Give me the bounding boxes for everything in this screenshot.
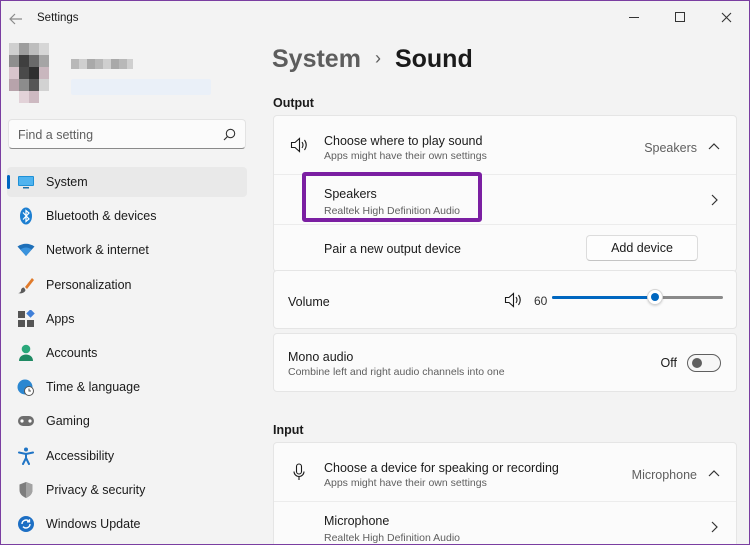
sidebar-item-windows-update[interactable]: Windows Update <box>7 509 247 539</box>
speaker-icon <box>289 135 309 155</box>
sidebar-item-label: Personalization <box>46 277 132 292</box>
add-device-button[interactable]: Add device <box>586 235 698 261</box>
mono-audio-state: Off <box>660 356 677 370</box>
microphone-device-title: Microphone <box>324 514 390 528</box>
volume-slider-thumb[interactable] <box>646 289 663 305</box>
choose-output-row[interactable]: Choose where to play sound Apps might ha… <box>274 116 736 174</box>
chevron-right-icon[interactable] <box>708 521 720 533</box>
sidebar-item-accessibility[interactable]: Accessibility <box>7 441 247 471</box>
sidebar-item-privacy[interactable]: Privacy & security <box>7 475 247 505</box>
chevron-right-icon[interactable] <box>708 194 720 206</box>
windows-update-icon <box>17 515 35 533</box>
sidebar-item-time-language[interactable]: Time & language <box>7 372 247 402</box>
breadcrumb-parent[interactable]: System <box>272 45 361 74</box>
output-devices-card: Choose where to play sound Apps might ha… <box>273 115 737 272</box>
page-title: Sound <box>394 45 473 73</box>
sidebar-item-label: Gaming <box>46 414 90 429</box>
sidebar-item-apps[interactable]: Apps <box>7 304 247 334</box>
back-arrow-icon[interactable] <box>7 10 25 28</box>
close-button[interactable] <box>703 1 749 33</box>
shield-icon <box>17 481 35 499</box>
minimize-button[interactable] <box>611 1 657 33</box>
apps-icon <box>17 309 35 328</box>
wifi-icon <box>17 241 35 259</box>
microphone-device-row[interactable]: Microphone Realtek High Definition Audio <box>274 501 736 544</box>
volume-slider-fill <box>552 296 655 299</box>
volume-speaker-icon[interactable] <box>503 290 523 310</box>
user-profile[interactable] <box>9 43 229 107</box>
avatar <box>9 43 59 103</box>
sidebar-item-gaming[interactable]: Gaming <box>7 406 247 436</box>
sidebar-item-label: System <box>46 175 88 189</box>
sidebar-item-accounts[interactable]: Accounts <box>7 338 247 368</box>
output-section-title: Output <box>273 96 314 110</box>
mono-audio-title: Mono audio <box>288 350 354 364</box>
profile-email-redacted <box>71 79 211 95</box>
sidebar-item-label: Accounts <box>46 345 98 360</box>
chevron-up-icon[interactable] <box>708 467 720 479</box>
mono-audio-card: Mono audio Combine left and right audio … <box>273 333 737 392</box>
sidebar-nav: System Bluetooth & devices Network & int… <box>7 167 247 543</box>
choose-output-subtitle: Apps might have their own settings <box>324 150 487 162</box>
search-icon[interactable] <box>223 128 236 141</box>
sidebar-item-personalization[interactable]: Personalization <box>7 270 247 300</box>
choose-input-title: Choose a device for speaking or recordin… <box>324 461 559 475</box>
speakers-device-subtitle: Realtek High Definition Audio <box>324 205 460 217</box>
sidebar-item-system[interactable]: System <box>7 167 247 197</box>
input-section-title: Input <box>273 423 304 437</box>
globe-clock-icon <box>17 378 35 397</box>
choose-input-subtitle: Apps might have their own settings <box>324 477 487 489</box>
volume-slider[interactable] <box>552 289 723 305</box>
sidebar-item-label: Apps <box>46 311 75 326</box>
microphone-device-subtitle: Realtek High Definition Audio <box>324 532 460 544</box>
input-devices-card: Choose a device for speaking or recordin… <box>273 442 737 544</box>
profile-name-redacted <box>71 59 133 69</box>
choose-output-title: Choose where to play sound <box>324 134 483 148</box>
selected-input-value: Microphone <box>631 468 697 482</box>
sidebar-item-label: Privacy & security <box>46 482 146 497</box>
microphone-icon <box>289 462 309 482</box>
breadcrumb: System › Sound <box>272 45 473 74</box>
search-box[interactable] <box>8 119 246 149</box>
gamepad-icon <box>17 412 35 430</box>
sidebar-item-bluetooth[interactable]: Bluetooth & devices <box>7 201 247 231</box>
sidebar-item-label: Time & language <box>46 380 141 395</box>
close-icon <box>721 12 731 22</box>
minimize-icon <box>629 16 639 18</box>
mono-audio-subtitle: Combine left and right audio channels in… <box>288 366 505 378</box>
volume-value: 60 <box>534 294 548 308</box>
chevron-up-icon[interactable] <box>708 140 720 152</box>
bluetooth-icon <box>17 207 35 225</box>
volume-card: Volume 60 <box>273 270 737 329</box>
settings-window: Settings Find a setting System Bluetooth… <box>0 0 750 545</box>
volume-label: Volume <box>288 295 330 309</box>
sidebar-item-network[interactable]: Network & internet <box>7 235 247 265</box>
maximize-button[interactable] <box>657 1 703 33</box>
accessibility-icon <box>17 447 35 465</box>
brush-icon <box>17 276 35 294</box>
person-icon <box>17 344 35 362</box>
mono-audio-toggle[interactable] <box>687 354 721 372</box>
speakers-device-title: Speakers <box>324 187 377 201</box>
app-title: Settings <box>37 12 79 24</box>
sidebar-item-label: Bluetooth & devices <box>46 209 157 224</box>
pair-device-label: Pair a new output device <box>324 242 461 256</box>
sidebar-item-label: Accessibility <box>46 448 115 463</box>
pair-device-row: Pair a new output device Add device <box>274 224 736 271</box>
choose-input-row[interactable]: Choose a device for speaking or recordin… <box>274 443 736 501</box>
title-bar: Settings <box>1 1 749 37</box>
search-input[interactable] <box>18 126 218 144</box>
maximize-icon <box>675 12 685 22</box>
selected-output-value: Speakers <box>644 141 697 155</box>
breadcrumb-separator: › <box>374 48 381 68</box>
system-display-icon <box>17 173 35 191</box>
speakers-device-row[interactable]: Speakers Realtek High Definition Audio <box>274 174 736 224</box>
sidebar-item-label: Network & internet <box>46 243 149 258</box>
sidebar-item-label: Windows Update <box>46 516 141 531</box>
